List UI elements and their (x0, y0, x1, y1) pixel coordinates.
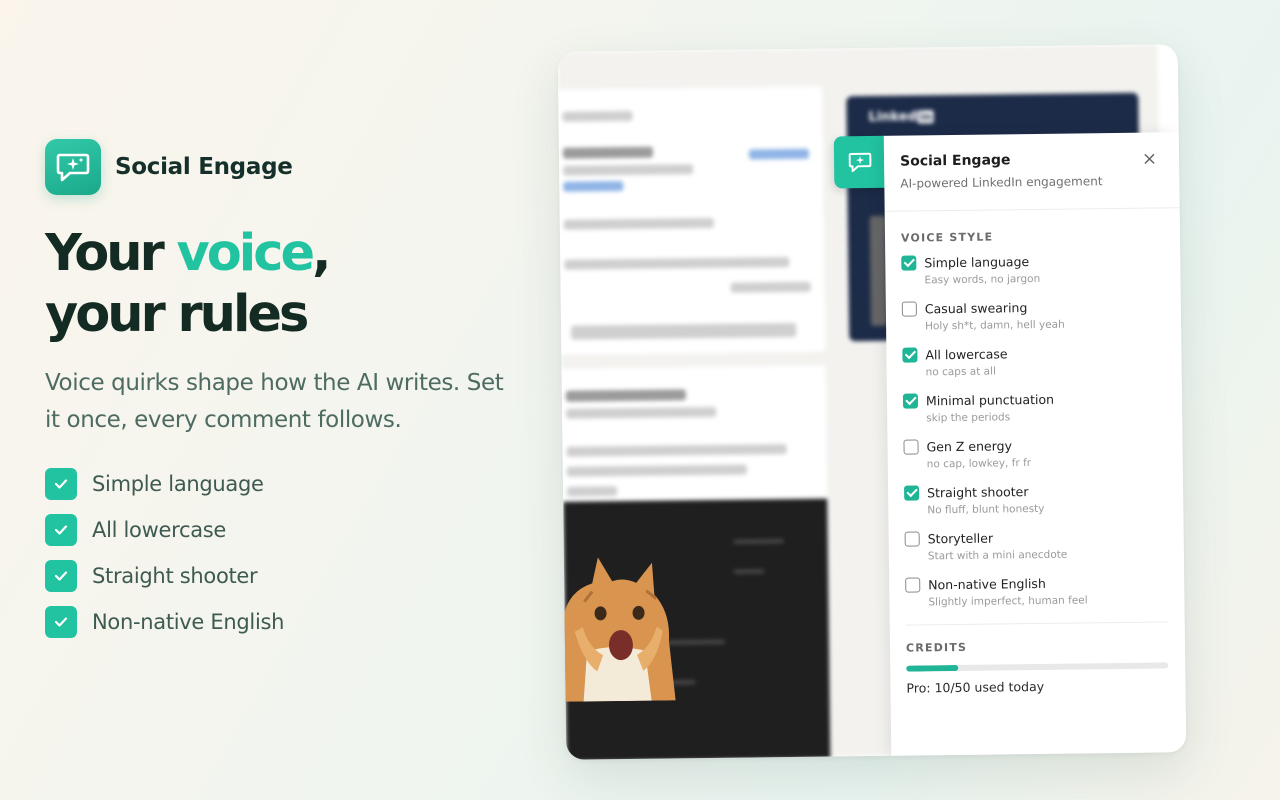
checkbox[interactable] (905, 577, 921, 593)
feature-list: Simple language All lowercase Straight s… (45, 461, 505, 645)
chat-sparkle-icon (848, 152, 872, 173)
voice-option[interactable]: Non-native English Slightly imperfect, hu… (905, 573, 1169, 622)
check-icon (45, 606, 77, 638)
feature-item: Non-native English (45, 599, 505, 645)
credits-section: CREDITS Pro: 10/50 used today (905, 622, 1170, 696)
voice-option-label: Straight shooter (927, 484, 1029, 501)
voice-option-desc: no caps at all (925, 365, 996, 379)
credits-usage-text: Pro: 10/50 used today (906, 678, 1045, 696)
headline-line1-post: , (312, 224, 331, 283)
feed-post (558, 86, 826, 355)
voice-option-desc: no cap, lowkey, fr fr (926, 457, 1032, 471)
credits-title: CREDITS (905, 640, 968, 655)
voice-option-label: All lowercase (925, 346, 1008, 363)
linkedin-logo: Linked in (868, 109, 934, 126)
voice-option[interactable]: Storyteller Start with a mini anecdote (904, 527, 1169, 576)
check-icon (45, 468, 77, 500)
checkbox[interactable] (902, 393, 919, 409)
feature-label: All lowercase (92, 518, 227, 542)
voice-option-desc: skip the periods (926, 411, 1011, 425)
voice-option[interactable]: Casual swearing Holy sh*t, damn, hell yea… (901, 297, 1166, 346)
feature-item: Straight shooter (45, 553, 505, 599)
checkbox[interactable] (901, 301, 917, 317)
subheading: Voice quirks shape how the AI writes. Se… (45, 370, 504, 433)
panel-title: Social Engage (899, 152, 1011, 170)
voice-option-desc: Easy words, no jargon (924, 272, 1041, 287)
voice-option-label: Non-native English (928, 575, 1046, 593)
voice-option[interactable]: Straight shooter No fluff, blunt honesty (904, 481, 1168, 530)
voice-option-label: Minimal punctuation (925, 391, 1055, 409)
voice-option-desc: Holy sh*t, damn, hell yeah (925, 318, 1065, 333)
voice-option[interactable]: Gen Z energy no cap, lowkey, fr fr (903, 435, 1167, 484)
checkbox[interactable] (902, 347, 918, 363)
close-icon[interactable]: × (1142, 149, 1157, 170)
feature-item: All lowercase (45, 507, 505, 553)
brand-name: Social Engage (115, 154, 293, 180)
voice-option[interactable]: Minimal punctuation skip the periods (902, 389, 1167, 438)
voice-option-label: Gen Z energy (926, 438, 1013, 455)
feature-label: Non-native English (92, 610, 285, 634)
cat-sticker (562, 557, 676, 702)
brand: Social Engage (45, 139, 505, 195)
check-icon (45, 514, 77, 546)
checkbox[interactable] (904, 485, 920, 501)
feature-item: Simple language (45, 461, 505, 507)
feature-label: Simple language (92, 472, 264, 496)
voice-option[interactable]: Simple language Easy words, no jargon (901, 251, 1165, 300)
voice-option[interactable]: All lowercase no caps at all (902, 343, 1166, 392)
headline: Your voice, your rules (45, 223, 505, 345)
headline-accent: voice (176, 224, 316, 283)
voice-option-label: Casual swearing (924, 300, 1028, 317)
panel-body: VOICE STYLE Simple language Easy words, n… (885, 208, 1186, 696)
voice-option-desc: Start with a mini anecdote (927, 548, 1068, 563)
chat-sparkle-icon (45, 139, 101, 195)
voice-option-desc: Slightly imperfect, human feel (928, 594, 1088, 609)
checkbox[interactable] (904, 531, 920, 547)
voice-option-label: Simple language (924, 254, 1030, 271)
credits-progress-bar (906, 662, 1169, 672)
voice-style-options: Simple language Easy words, no jargon Cas… (901, 251, 1168, 622)
voice-style-title: VOICE STYLE (900, 230, 994, 245)
voice-option-label: Storyteller (927, 530, 994, 547)
headline-line1-pre: Your (45, 224, 177, 283)
credits-progress-fill (906, 664, 959, 672)
headline-line2: your rules (45, 285, 309, 344)
checkbox[interactable] (903, 439, 919, 455)
product-screenshot: Linked in Social Engage AI-powered Linked… (557, 44, 1187, 760)
panel-subtitle: AI-powered LinkedIn engagement (900, 174, 1103, 191)
marketing-column: Social Engage Your voice, your rules Voi… (45, 139, 505, 645)
social-engage-panel: Social Engage AI-powered LinkedIn engage… (883, 132, 1187, 756)
feature-label: Straight shooter (92, 564, 258, 588)
panel-header: Social Engage AI-powered LinkedIn engage… (883, 132, 1180, 212)
check-icon (45, 560, 77, 592)
extension-tab-button[interactable] (833, 135, 887, 189)
checkbox[interactable] (901, 255, 917, 271)
voice-option-desc: No fluff, blunt honesty (927, 502, 1045, 517)
